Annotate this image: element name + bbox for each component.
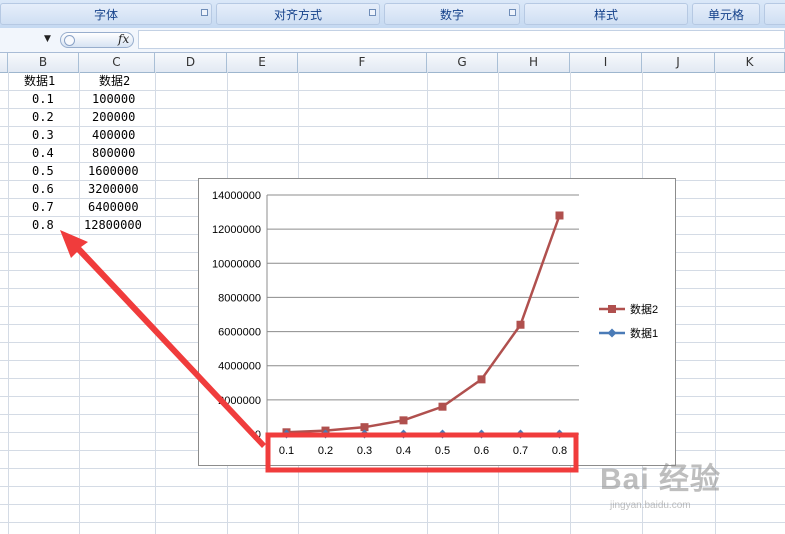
cell-c[interactable]: 800000 [92,144,135,162]
baidu-jingyan-watermark: Bai 经验 jingyan.baidu.com [600,450,760,520]
y-tick-label: 14000000 [212,190,261,202]
chart-plot: 0 2000000 4000000 6000000 8000000 10000000 120… [212,190,658,457]
ribbon-group-label: 数字 [439,8,464,22]
column-header-g[interactable]: G [427,53,498,72]
watermark-site: jingyan.baidu.com [610,500,691,511]
ribbon-group-font[interactable]: 字体 [0,3,212,25]
ribbon-group-label: 字体 [93,8,118,22]
ribbon-group-label: 对齐方式 [273,8,322,22]
data-point-marker [438,429,447,439]
data-point-marker [399,429,408,439]
data-point-marker [516,429,525,439]
y-tick-label: 4000000 [218,361,261,373]
data-point-marker [399,416,408,425]
cell-b[interactable]: 0.4 [32,144,54,162]
dialog-launcher-icon[interactable] [369,9,376,16]
cell-c[interactable]: 12800000 [84,216,142,234]
column-header-c[interactable]: C [79,53,155,72]
legend-marker [607,328,617,338]
data-point-marker [555,429,564,439]
column-header-k[interactable]: K [715,53,785,72]
cell-c[interactable]: 400000 [92,126,135,144]
dialog-launcher-icon[interactable] [201,9,208,16]
legend-label: 数据1 [630,326,658,340]
x-tick-label: 0.1 [279,445,294,457]
data-point-marker [555,211,564,220]
column-header-b[interactable]: B [8,53,79,72]
ribbon-group-alignment[interactable]: 对齐方式 [216,3,380,25]
ribbon-group-styles[interactable]: 样式 [524,3,688,25]
column-header-d[interactable]: D [155,53,227,72]
column-headers: B C D E F G H I J K [0,53,785,73]
x-tick-label: 0.5 [435,445,450,457]
ribbon-group-cells[interactable]: 单元格 [692,3,760,25]
cell-b[interactable]: 0.1 [32,90,54,108]
cell-b-header[interactable]: 数据1 [24,72,55,90]
cell-c[interactable]: 1600000 [88,162,139,180]
cell-b[interactable]: 0.5 [32,162,54,180]
ribbon-group-number[interactable]: 数字 [384,3,520,25]
y-tick-label: 2000000 [218,395,261,407]
cell-b[interactable]: 0.6 [32,180,54,198]
column-header-j[interactable]: J [642,53,715,72]
gridline-vertical [8,72,9,534]
column-header-f[interactable]: F [298,53,427,72]
cell-c[interactable]: 3200000 [88,180,139,198]
cell-b[interactable]: 0.7 [32,198,54,216]
splitter-knob-icon[interactable] [64,35,75,46]
cell-c[interactable]: 100000 [92,90,135,108]
cell-b[interactable]: 0.2 [32,108,54,126]
x-tick-label: 0.3 [357,445,372,457]
legend-label: 数据2 [630,302,658,316]
gridline-vertical [155,72,156,534]
cell-c[interactable]: 200000 [92,108,135,126]
formula-bar: ▼ fx [0,28,785,53]
data-point-marker [438,402,447,411]
name-box-dropdown-icon[interactable]: ▼ [44,34,51,44]
cell-b[interactable]: 0.3 [32,126,54,144]
cell-b[interactable]: 0.8 [32,216,54,234]
x-tick-label: 0.4 [396,445,411,457]
data-point-marker [477,429,486,439]
dialog-launcher-icon[interactable] [509,9,516,16]
data-point-marker [516,320,525,329]
insert-function-icon[interactable]: fx [118,32,129,46]
data-point-marker [477,375,486,384]
watermark-logo: Bai 经验 [600,463,722,496]
y-tick-label: 8000000 [218,292,261,304]
column-header-h[interactable]: H [498,53,570,72]
y-tick-label: 10000000 [212,258,261,270]
column-header-i[interactable]: I [570,53,642,72]
formula-input[interactable] [138,30,785,49]
y-tick-label: 12000000 [212,224,261,236]
select-all-corner[interactable] [0,53,8,72]
column-header-e[interactable]: E [227,53,298,72]
gridline-horizontal [0,522,785,523]
y-tick-label: 6000000 [218,327,261,339]
ribbon-group-label: 单元格 [707,8,744,22]
legend-marker [608,305,616,313]
cell-c-header[interactable]: 数据2 [99,72,130,90]
cell-c[interactable]: 6400000 [88,198,139,216]
ribbon-group-label: 样式 [593,8,618,22]
x-tick-label: 0.2 [318,445,333,457]
x-tick-label: 0.8 [552,445,567,457]
ribbon: 字体 对齐方式 数字 样式 单元格 [0,0,785,29]
x-tick-label: 0.7 [513,445,528,457]
y-tick-label: 0 [255,429,261,441]
gridline-vertical [79,72,80,534]
line-chart[interactable]: 0 2000000 4000000 6000000 8000000 10000000 120… [198,178,676,466]
ribbon-group-editing[interactable] [764,3,785,25]
x-tick-label: 0.6 [474,445,489,457]
